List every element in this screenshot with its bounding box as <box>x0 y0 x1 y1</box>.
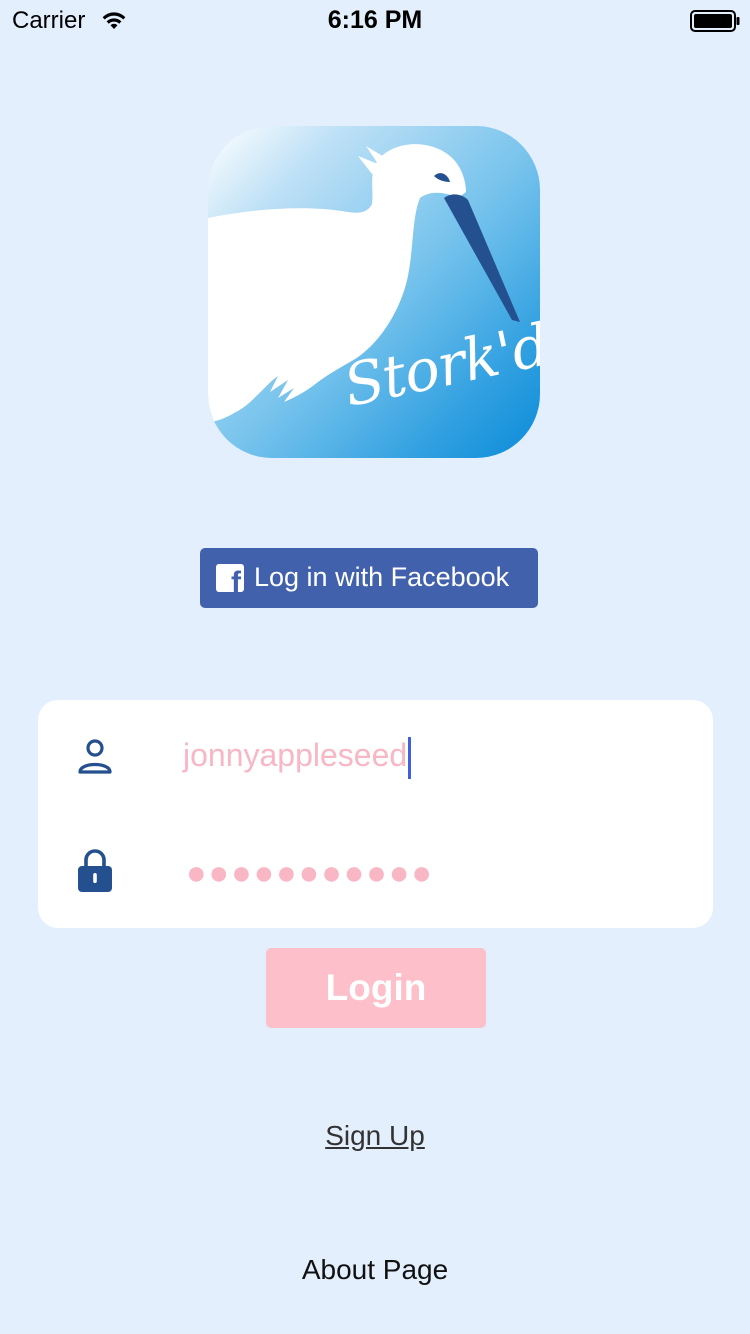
text-caret <box>408 736 412 779</box>
app-logo: Stork'd <box>208 126 540 458</box>
facebook-icon: f <box>216 564 244 592</box>
user-icon <box>78 739 112 774</box>
login-form: jonnyappleseed ●●●●●●●●●●● <box>38 700 713 928</box>
status-bar: Carrier 6:16 PM <box>0 0 750 40</box>
password-input[interactable]: ●●●●●●●●●●● <box>186 848 666 898</box>
login-button[interactable]: Login <box>266 948 486 1028</box>
password-masked-value: ●●●●●●●●●●● <box>186 854 434 892</box>
lock-icon <box>78 849 112 892</box>
battery-icon <box>690 10 740 32</box>
sign-up-link[interactable]: Sign Up <box>0 1120 750 1152</box>
facebook-login-button[interactable]: f Log in with Facebook <box>200 548 538 608</box>
username-value: jonnyappleseed <box>183 737 408 773</box>
status-time: 6:16 PM <box>327 6 423 34</box>
about-page-link[interactable]: About Page <box>0 1254 750 1286</box>
facebook-login-label: Log in with Facebook <box>254 562 510 592</box>
username-input[interactable]: jonnyappleseed <box>183 732 663 779</box>
